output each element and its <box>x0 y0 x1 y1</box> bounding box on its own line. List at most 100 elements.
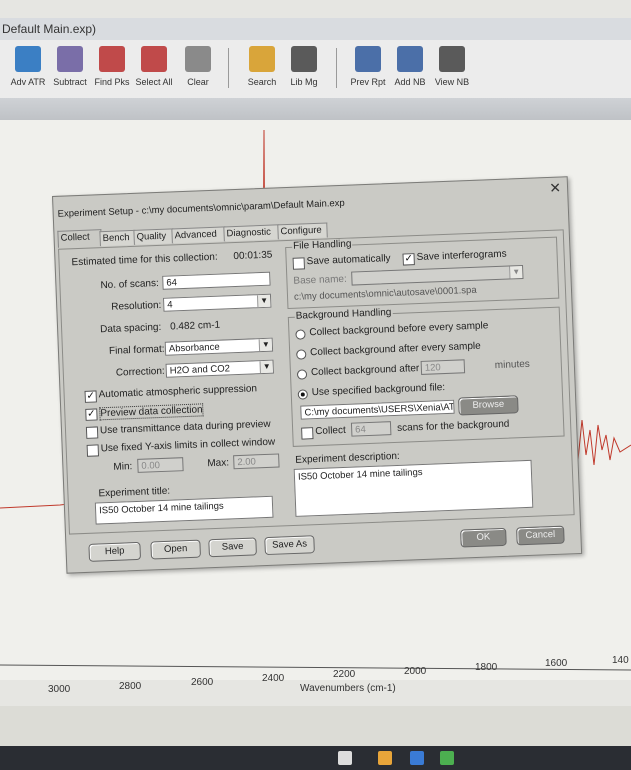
window-title: Default Main.exp) <box>0 18 631 40</box>
tab-collect[interactable]: Collect <box>57 229 102 248</box>
bg-file-input[interactable]: C:\my documents\USERS\Xenia\ATR <box>300 399 455 420</box>
bg-file-label: Use specified background file: <box>311 382 446 399</box>
description-input[interactable]: IS50 October 14 mine tailings <box>293 459 534 517</box>
base-path: c:\my documents\omnic\autosave\0001.spa <box>293 284 477 303</box>
close-icon[interactable]: ✕ <box>549 179 561 196</box>
folder-icon[interactable] <box>378 751 392 765</box>
chevron-down-icon[interactable]: ▼ <box>256 294 271 308</box>
transmittance-label: Use transmittance data during preview <box>99 418 271 437</box>
ok-button[interactable]: OK <box>460 527 507 548</box>
correction-label: Correction: <box>115 365 165 379</box>
transmittance-checkbox[interactable] <box>85 426 99 439</box>
estimated-time-value: 00:01:35 <box>233 249 273 263</box>
view-notebook-icon <box>439 46 465 72</box>
bottom-panel <box>0 706 631 746</box>
spacing-label: Data spacing: <box>99 321 162 336</box>
search-icon <box>249 46 275 72</box>
x-tick-label: 1600 <box>545 658 568 669</box>
experiment-title-input[interactable]: IS50 October 14 mine tailings <box>94 495 274 525</box>
bg-after-minutes-label: Collect background after <box>310 363 420 379</box>
view-notebook-button[interactable]: View NB <box>426 46 478 87</box>
save-button[interactable]: Save <box>208 537 257 558</box>
monitor-screen: Default Main.exp) Adv ATR Subtract Find … <box>0 0 631 770</box>
save-interferograms-label: Save interferograms <box>416 248 507 264</box>
app-icon[interactable] <box>410 751 424 765</box>
add-notebook-icon <box>397 46 423 72</box>
bg-after-minutes-radio[interactable] <box>296 369 308 380</box>
chevron-down-icon[interactable]: ▼ <box>259 360 273 374</box>
subtract-icon <box>57 46 83 72</box>
correction-value: H2O and CO2 <box>169 363 231 377</box>
x-tick-label: 2200 <box>333 669 356 680</box>
x-tick-label: 2600 <box>191 677 214 688</box>
tab-configure[interactable]: Configure <box>277 222 328 240</box>
scans-label: No. of scans: <box>100 277 160 292</box>
collect-panel: Estimated time for this collection: 00:0… <box>58 229 575 535</box>
format-select[interactable]: Absorbance ▼ <box>164 337 274 356</box>
x-tick-label: 1800 <box>475 662 498 673</box>
toolbar-separator <box>228 48 229 88</box>
background-handling-group: Background Handling Collect background b… <box>287 306 565 447</box>
background-handling-legend: Background Handling <box>294 307 393 322</box>
x-tick-label: 2000 <box>404 666 427 677</box>
chevron-down-icon[interactable]: ▼ <box>258 338 273 352</box>
save-interferograms-checkbox[interactable]: ✓ <box>402 253 415 266</box>
bg-minutes-input[interactable]: 120 <box>420 359 466 375</box>
resolution-value: 4 <box>167 299 173 311</box>
base-name-select[interactable]: ▼ <box>351 264 524 286</box>
min-label: Min: <box>113 461 133 473</box>
tab-diagnostic[interactable]: Diagnostic <box>223 224 280 242</box>
bg-file-radio[interactable] <box>297 389 308 400</box>
tab-bench[interactable]: Bench <box>99 229 136 247</box>
app-icon[interactable] <box>440 751 454 765</box>
browse-button[interactable]: Browse <box>458 395 519 416</box>
main-toolbar: Adv ATR Subtract Find Pks Select All Cle… <box>0 40 631 99</box>
experiment-title-label: Experiment title: <box>98 485 171 500</box>
toolbar-strip <box>0 98 631 120</box>
preview-report-icon <box>355 46 381 72</box>
collect-bg-scans-input[interactable]: 64 <box>350 421 392 437</box>
app-icon[interactable] <box>338 751 352 765</box>
bg-after-label: Collect background after every sample <box>309 340 481 359</box>
tab-quality[interactable]: Quality <box>133 228 174 245</box>
library-manager-button[interactable]: Lib Mg <box>278 46 330 87</box>
save-as-button[interactable]: Save As <box>264 535 315 556</box>
base-name-label: Base name: <box>293 273 347 287</box>
collect-bg-checkbox[interactable] <box>301 427 314 440</box>
scans-input[interactable]: 64 <box>162 271 271 290</box>
fixed-y-checkbox[interactable] <box>86 444 100 457</box>
bg-minutes-unit: minutes <box>494 358 531 372</box>
format-value: Absorbance <box>168 341 220 355</box>
find-peaks-icon <box>99 46 125 72</box>
resolution-select[interactable]: 4 ▼ <box>162 293 272 312</box>
collect-bg-suffix: scans for the background <box>396 418 510 434</box>
collect-bg-label: Collect <box>315 424 347 438</box>
open-button[interactable]: Open <box>150 539 201 560</box>
save-automatically-checkbox[interactable] <box>292 257 306 270</box>
format-label: Final format: <box>108 343 165 357</box>
max-input[interactable]: 2.00 <box>233 453 280 470</box>
clear-button[interactable]: Clear <box>172 46 224 87</box>
bg-after-radio[interactable] <box>296 349 307 360</box>
bg-before-radio[interactable] <box>295 329 306 340</box>
tab-bar: Collect Bench Quality Advanced Diagnosti… <box>57 222 328 249</box>
taskbar <box>0 746 631 770</box>
cancel-button[interactable]: Cancel <box>516 525 565 546</box>
preview-checkbox[interactable]: ✓ <box>85 408 98 421</box>
estimated-time-label: Estimated time for this collection: <box>71 251 218 269</box>
tab-advanced[interactable]: Advanced <box>171 226 226 244</box>
help-button[interactable]: Help <box>88 541 142 562</box>
select-all-icon <box>141 46 167 72</box>
auto-atm-checkbox[interactable]: ✓ <box>84 390 97 403</box>
resolution-label: Resolution: <box>111 299 162 313</box>
correction-select[interactable]: H2O and CO2 ▼ <box>165 359 274 378</box>
bg-before-label: Collect background before every sample <box>309 320 489 339</box>
chevron-down-icon[interactable]: ▼ <box>509 266 523 279</box>
auto-atm-label: Automatic atmospheric suppression <box>98 383 258 401</box>
file-handling-group: File Handling Save automatically ✓ Save … <box>285 236 560 310</box>
min-input[interactable]: 0.00 <box>137 457 184 473</box>
library-manager-icon <box>291 46 317 72</box>
file-handling-legend: File Handling <box>291 238 353 252</box>
preview-label: Preview data collection <box>99 403 204 421</box>
dialog-title: Experiment Setup - c:\my documents\omnic… <box>57 197 345 220</box>
